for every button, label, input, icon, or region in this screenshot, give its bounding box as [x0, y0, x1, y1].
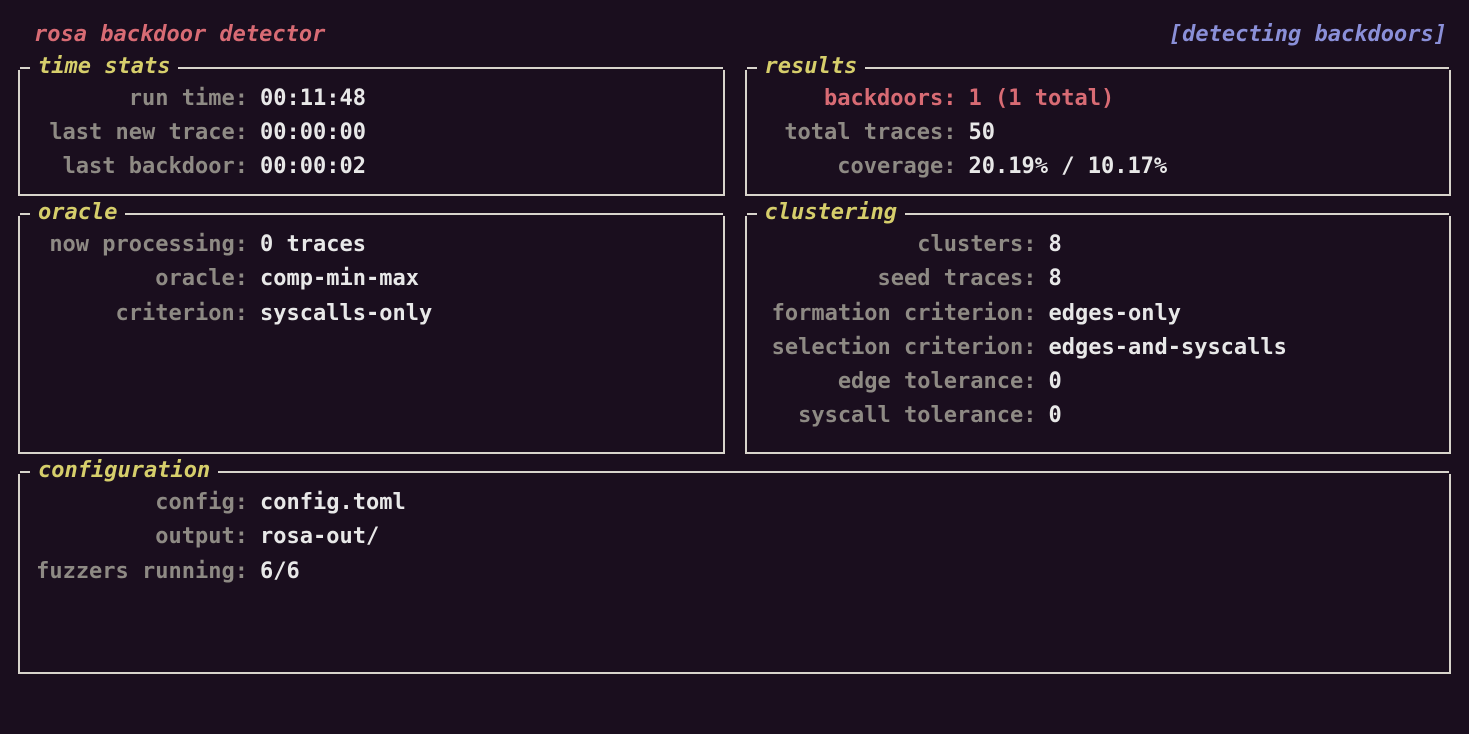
status-text: [detecting backdoors] — [1169, 18, 1447, 52]
value-selection-criterion: edges-and-syscalls — [1049, 331, 1287, 365]
value-seed-traces: 8 — [1049, 262, 1062, 296]
label-fuzzers-running: fuzzers running: — [32, 555, 260, 589]
row-formation-criterion: formation criterion: edges-only — [759, 297, 1438, 331]
row-selection-criterion: selection criterion: edges-and-syscalls — [759, 331, 1438, 365]
panel-title: clustering — [757, 202, 905, 224]
label-config: config: — [32, 486, 260, 520]
row-run-time: run time: 00:11:48 — [32, 82, 711, 116]
panel-configuration: configuration config: config.toml output… — [18, 474, 1451, 674]
panel-clustering: clustering clusters: 8 seed traces: 8 fo… — [745, 216, 1452, 454]
label-total-traces: total traces: — [759, 116, 969, 150]
label-criterion: criterion: — [32, 297, 260, 331]
label-run-time: run time: — [32, 82, 260, 116]
label-syscall-tolerance: syscall tolerance: — [759, 399, 1049, 433]
label-clusters: clusters: — [759, 228, 1049, 262]
value-formation-criterion: edges-only — [1049, 297, 1181, 331]
row-oracle: oracle: comp-min-max — [32, 262, 711, 296]
value-fuzzers-running: 6/6 — [260, 555, 300, 589]
row-edge-tolerance: edge tolerance: 0 — [759, 365, 1438, 399]
header: rosa backdoor detector [detecting backdo… — [14, 18, 1455, 58]
label-now-processing: now processing: — [32, 228, 260, 262]
value-edge-tolerance: 0 — [1049, 365, 1062, 399]
value-coverage: 20.19% / 10.17% — [969, 150, 1168, 184]
value-oracle: comp-min-max — [260, 262, 419, 296]
label-backdoors: backdoors: — [759, 82, 969, 116]
panel-border-top: configuration — [20, 460, 1449, 482]
row-now-processing: now processing: 0 traces — [32, 228, 711, 262]
label-last-backdoor: last backdoor: — [32, 150, 260, 184]
label-selection-criterion: selection criterion: — [759, 331, 1049, 365]
label-formation-criterion: formation criterion: — [759, 297, 1049, 331]
panel-results: results backdoors: 1 (1 total) total tra… — [745, 70, 1452, 196]
value-clusters: 8 — [1049, 228, 1062, 262]
row-criterion: criterion: syscalls-only — [32, 297, 711, 331]
label-coverage: coverage: — [759, 150, 969, 184]
label-edge-tolerance: edge tolerance: — [759, 365, 1049, 399]
row-last-new-trace: last new trace: 00:00:00 — [32, 116, 711, 150]
row-seed-traces: seed traces: 8 — [759, 262, 1438, 296]
app-title: rosa backdoor detector — [34, 18, 325, 52]
label-seed-traces: seed traces: — [759, 262, 1049, 296]
row-syscall-tolerance: syscall tolerance: 0 — [759, 399, 1438, 433]
panel-border-top: oracle — [20, 202, 723, 224]
row-config: config: config.toml — [32, 486, 1437, 520]
row-coverage: coverage: 20.19% / 10.17% — [759, 150, 1438, 184]
value-output: rosa-out/ — [260, 520, 379, 554]
row-output: output: rosa-out/ — [32, 520, 1437, 554]
panel-title: oracle — [30, 202, 125, 224]
value-config: config.toml — [260, 486, 406, 520]
value-syscall-tolerance: 0 — [1049, 399, 1062, 433]
row-total-traces: total traces: 50 — [759, 116, 1438, 150]
value-run-time: 00:11:48 — [260, 82, 366, 116]
panel-border-top: clustering — [747, 202, 1450, 224]
panel-border-top: time stats — [20, 56, 723, 78]
panel-time-stats: time stats run time: 00:11:48 last new t… — [18, 70, 725, 196]
value-backdoors: 1 (1 total) — [969, 82, 1115, 116]
panel-title: results — [757, 56, 866, 78]
value-last-backdoor: 00:00:02 — [260, 150, 366, 184]
main-grid: time stats run time: 00:11:48 last new t… — [14, 58, 1455, 674]
row-fuzzers-running: fuzzers running: 6/6 — [32, 555, 1437, 589]
panel-title: configuration — [30, 460, 218, 482]
label-output: output: — [32, 520, 260, 554]
label-last-new-trace: last new trace: — [32, 116, 260, 150]
panel-oracle: oracle now processing: 0 traces oracle: … — [18, 216, 725, 454]
row-last-backdoor: last backdoor: 00:00:02 — [32, 150, 711, 184]
row-backdoors: backdoors: 1 (1 total) — [759, 82, 1438, 116]
value-total-traces: 50 — [969, 116, 996, 150]
value-last-new-trace: 00:00:00 — [260, 116, 366, 150]
panel-title: time stats — [30, 56, 178, 78]
panel-border-top: results — [747, 56, 1450, 78]
value-criterion: syscalls-only — [260, 297, 432, 331]
value-now-processing: 0 traces — [260, 228, 366, 262]
label-oracle: oracle: — [32, 262, 260, 296]
row-clusters: clusters: 8 — [759, 228, 1438, 262]
